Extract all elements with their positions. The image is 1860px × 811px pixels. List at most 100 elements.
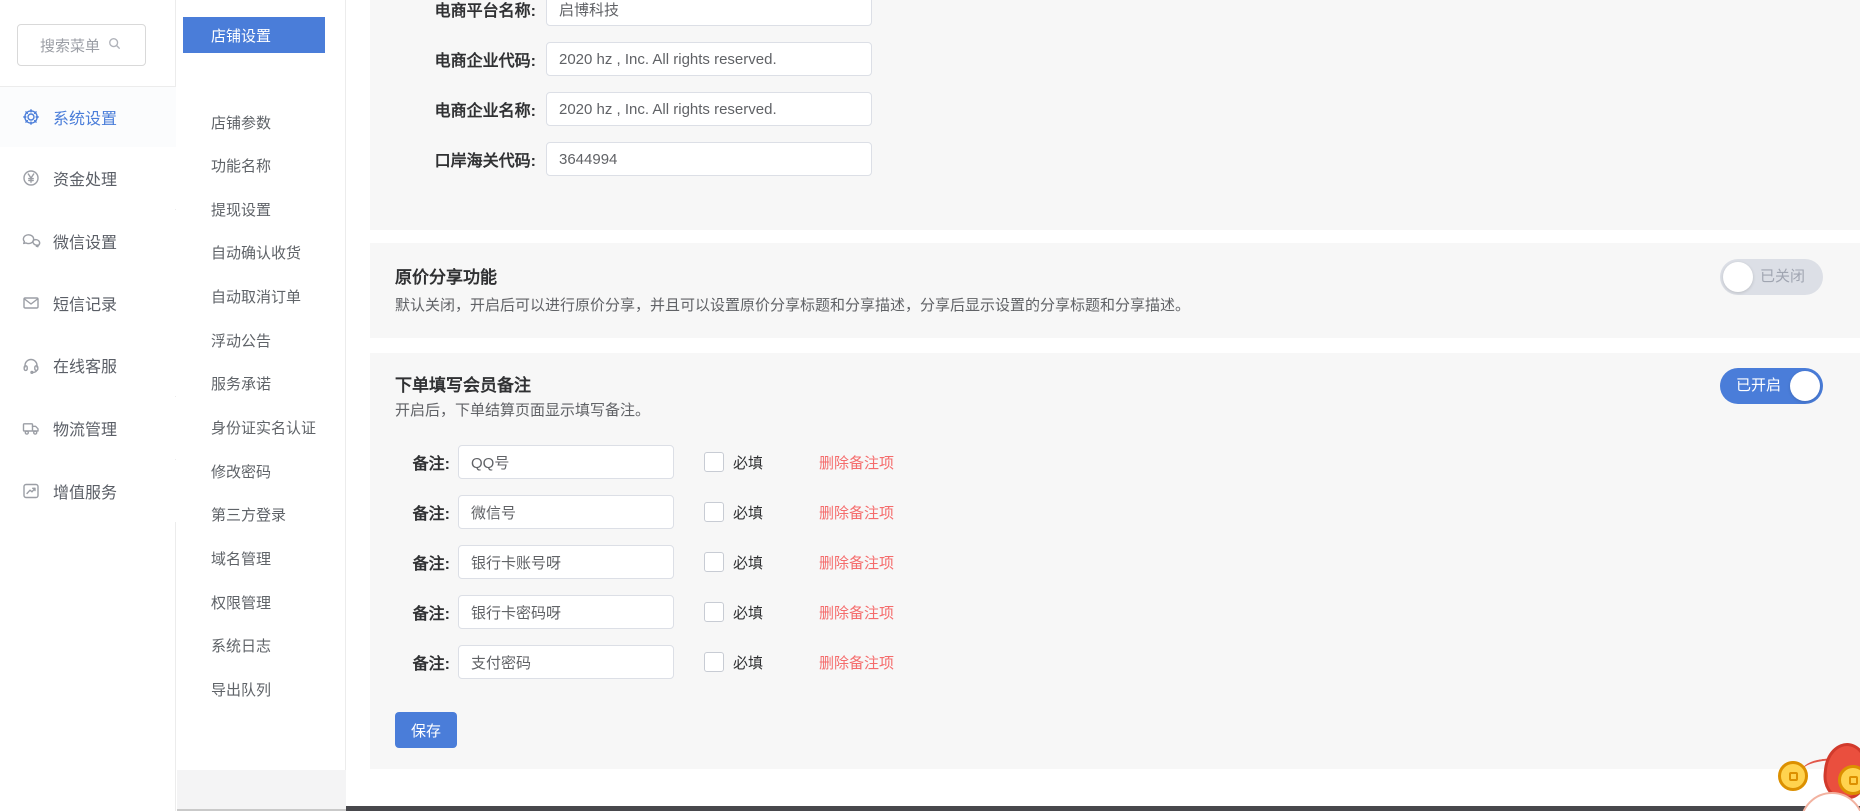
submenu-item-label: 第三方登录 [211,504,286,525]
submenu-item-domain-manage[interactable]: 域名管理 [183,541,325,577]
submenu-footer-strip [177,770,346,811]
required-label: 必填 [733,452,763,473]
share-section-description: 默认关闭，开启后可以进行原价分享，并且可以设置原价分享标题和分享描述，分享后显示… [395,294,1190,315]
remark-section-title: 下单填写会员备注 [395,371,531,396]
submenu-item-label: 导出队列 [211,679,271,700]
basic-field-label: 电商平台名称: [380,0,546,21]
required-checkbox[interactable] [704,502,724,522]
submenu-item-label: 身份证实名认证 [211,417,316,438]
basic-field-row: 电商平台名称: [380,0,872,26]
share-feature-card: 原价分享功能 默认关闭，开启后可以进行原价分享，并且可以设置原价分享标题和分享描… [370,243,1860,338]
submenu-item-label: 系统日志 [211,635,271,656]
remark-row-label: 备注: [370,500,458,524]
delete-remark-link[interactable]: 删除备注项 [819,652,894,673]
remark-input[interactable] [458,545,674,579]
submenu-item-label: 自动取消订单 [211,286,301,307]
submenu-item-shop-settings[interactable]: 店铺设置 [183,17,325,53]
sidebar-item-system-settings[interactable]: 系统设置 [0,86,176,148]
basic-field-input[interactable] [546,142,872,176]
submenu-item-label: 提现设置 [211,199,271,220]
basic-field-input[interactable] [546,0,872,26]
remark-row: 备注:必填删除备注项 [370,645,894,679]
gold-coin-icon [1838,765,1860,795]
menu-search-input[interactable]: 搜索菜单 [17,24,146,66]
submenu-item-shop-params[interactable]: 店铺参数 [183,104,325,140]
submenu-item-third-party-login[interactable]: 第三方登录 [183,497,325,533]
submenu-item-floating-notice[interactable]: 浮动公告 [183,322,325,358]
basic-field-label: 口岸海关代码: [380,147,546,171]
remark-row-label: 备注: [370,450,458,474]
sidebar-item-online-service[interactable]: 在线客服 [0,334,176,396]
basic-field-row: 电商企业名称: [380,92,872,126]
wechat-icon [21,231,41,251]
submenu-item-id-verify[interactable]: 身份证实名认证 [183,410,325,446]
basic-field-row: 电商企业代码: [380,42,872,76]
remark-input[interactable] [458,595,674,629]
save-button[interactable]: 保存 [395,712,457,748]
submenu-item-label: 修改密码 [211,461,271,482]
gear-icon [21,107,41,127]
required-checkbox[interactable] [704,652,724,672]
basic-field-row: 口岸海关代码: [380,142,872,176]
envelope-icon [21,293,41,313]
submenu-item-withdraw[interactable]: 提现设置 [183,191,325,227]
promo-mascot-widget[interactable] [1750,735,1860,811]
required-checkbox[interactable] [704,602,724,622]
delete-remark-link[interactable]: 删除备注项 [819,502,894,523]
submenu-item-auto-cancel[interactable]: 自动取消订单 [183,279,325,315]
share-toggle-label: 已关闭 [1760,259,1805,295]
sidebar-item-wechat-settings[interactable]: 微信设置 [0,210,176,272]
sidebar-item-label: 短信记录 [53,291,117,315]
basic-field-input[interactable] [546,92,872,126]
share-section-title: 原价分享功能 [395,263,497,288]
sidebar-item-label: 增值服务 [53,479,117,503]
gold-coin-icon [1778,761,1808,791]
submenu-item-auto-confirm[interactable]: 自动确认收货 [183,235,325,271]
admin-settings-page: 搜索菜单 系统设置 资金处理 微信设置 短信记录 在线客服 物流管理 增值服务 … [0,0,1860,811]
submenu-item-export-queue[interactable]: 导出队列 [183,672,325,708]
submenu-item-label: 店铺设置 [211,25,271,46]
required-checkbox[interactable] [704,452,724,472]
sidebar-item-logistics[interactable]: 物流管理 [0,397,176,459]
basic-info-card: 电商平台名称: 电商企业代码: 电商企业名称: 口岸海关代码: [370,0,1860,230]
sidebar-item-label: 微信设置 [53,229,117,253]
submenu-item-change-password[interactable]: 修改密码 [183,453,325,489]
share-toggle[interactable]: 已关闭 [1720,259,1823,295]
search-icon [106,35,123,56]
sidebar-item-label: 系统设置 [53,105,117,129]
required-checkbox[interactable] [704,552,724,572]
remark-toggle-label: 已开启 [1736,368,1781,404]
submenu-item-system-log[interactable]: 系统日志 [183,628,325,664]
remark-row: 备注:必填删除备注项 [370,595,894,629]
submenu-item-label: 服务承诺 [211,373,271,394]
basic-field-label: 电商企业名称: [380,97,546,121]
remark-row: 备注:必填删除备注项 [370,545,894,579]
remark-input[interactable] [458,645,674,679]
remark-toggle[interactable]: 已开启 [1720,368,1823,404]
sidebar-item-label: 资金处理 [53,166,117,190]
sidebar-item-funds-handling[interactable]: 资金处理 [0,147,176,209]
sidebar-item-value-added[interactable]: 增值服务 [0,460,176,522]
submenu-item-permission[interactable]: 权限管理 [183,584,325,620]
basic-field-label: 电商企业代码: [380,47,546,71]
required-label: 必填 [733,502,763,523]
sidebar-item-label: 物流管理 [53,416,117,440]
submenu-item-label: 店铺参数 [211,112,271,133]
delete-remark-link[interactable]: 删除备注项 [819,602,894,623]
delete-remark-link[interactable]: 删除备注项 [819,452,894,473]
submenu-item-service-promise[interactable]: 服务承诺 [183,366,325,402]
remark-input[interactable] [458,495,674,529]
chart-icon [21,481,41,501]
settings-submenu: 店铺设置店铺参数功能名称提现设置自动确认收货自动取消订单浮动公告服务承诺身份证实… [177,0,346,811]
remark-row: 备注: 必填 删除备注项 [370,495,894,529]
submenu-item-feature-names[interactable]: 功能名称 [183,148,325,184]
required-label: 必填 [733,652,763,673]
member-remark-card: 下单填写会员备注 开启后，下单结算页面显示填写备注。 已开启 备注:必填删除备注… [370,353,1860,769]
share-toggle-knob [1723,262,1753,292]
basic-field-input[interactable] [546,42,872,76]
sidebar-item-sms-records[interactable]: 短信记录 [0,272,176,334]
delete-remark-link[interactable]: 删除备注项 [819,552,894,573]
remark-input[interactable] [458,445,674,479]
bottom-window-edge [346,806,1860,811]
submenu-item-label: 浮动公告 [211,330,271,351]
